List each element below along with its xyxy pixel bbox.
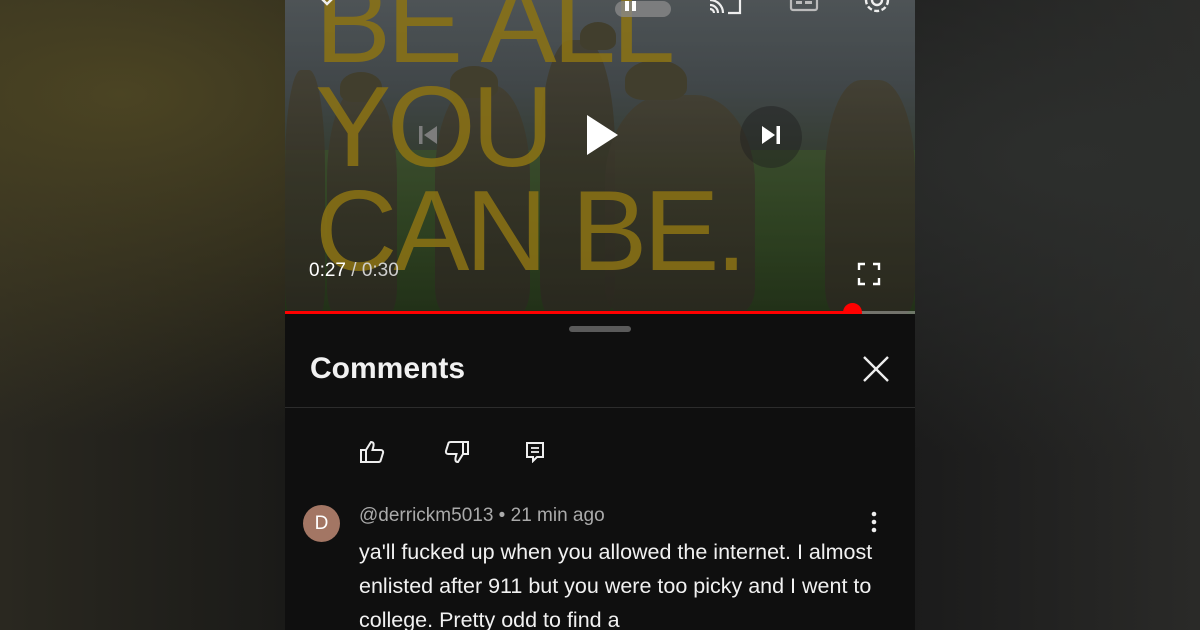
more-vertical-icon[interactable]: [870, 511, 878, 537]
play-button[interactable]: [571, 106, 633, 168]
comments-title: Comments: [310, 352, 466, 385]
comments-panel: Comments D @derrickm5013 • 21 min ago ya…: [285, 315, 915, 630]
cast-icon[interactable]: [708, 0, 742, 22]
reply-icon[interactable]: [525, 441, 545, 467]
previous-button[interactable]: [397, 106, 459, 168]
captions-icon[interactable]: [789, 0, 819, 19]
comment-time: 21 min ago: [510, 505, 605, 526]
comment-meta: @derrickm5013 • 21 min ago: [359, 505, 605, 527]
previous-icon: [416, 124, 440, 150]
autoplay-toggle-icon[interactable]: [615, 0, 671, 24]
video-duration: 0:30: [361, 260, 399, 281]
video-time: 0:27 / 0:30: [309, 260, 399, 282]
drag-handle[interactable]: [569, 326, 631, 332]
phone-screen: BE ALL YOU CAN BE. 0:27 / 0:30 Comments …: [285, 0, 915, 630]
fullscreen-icon[interactable]: [857, 262, 881, 290]
close-icon[interactable]: [861, 354, 895, 388]
gear-icon[interactable]: [861, 0, 893, 23]
progress-fill: [285, 311, 852, 314]
next-icon: [759, 124, 783, 150]
video-player[interactable]: BE ALL YOU CAN BE. 0:27 / 0:30: [285, 0, 915, 314]
comment-text: ya'll fucked up when you allowed the int…: [359, 540, 873, 630]
chevron-down-icon[interactable]: [317, 0, 337, 20]
play-icon: [584, 113, 620, 161]
comment-meta-separator: •: [493, 505, 511, 526]
avatar[interactable]: D: [303, 505, 340, 542]
progress-bar[interactable]: [285, 303, 915, 314]
current-time: 0:27: [309, 260, 346, 281]
time-separator: /: [345, 260, 362, 281]
thumbs-down-icon[interactable]: [444, 440, 470, 468]
thumbs-up-icon[interactable]: [359, 440, 385, 468]
comment-author[interactable]: @derrickm5013: [359, 505, 493, 526]
next-button[interactable]: [740, 106, 802, 168]
sheet-divider: [285, 407, 915, 408]
video-slogan-text: BE ALL YOU CAN BE.: [315, 0, 747, 295]
